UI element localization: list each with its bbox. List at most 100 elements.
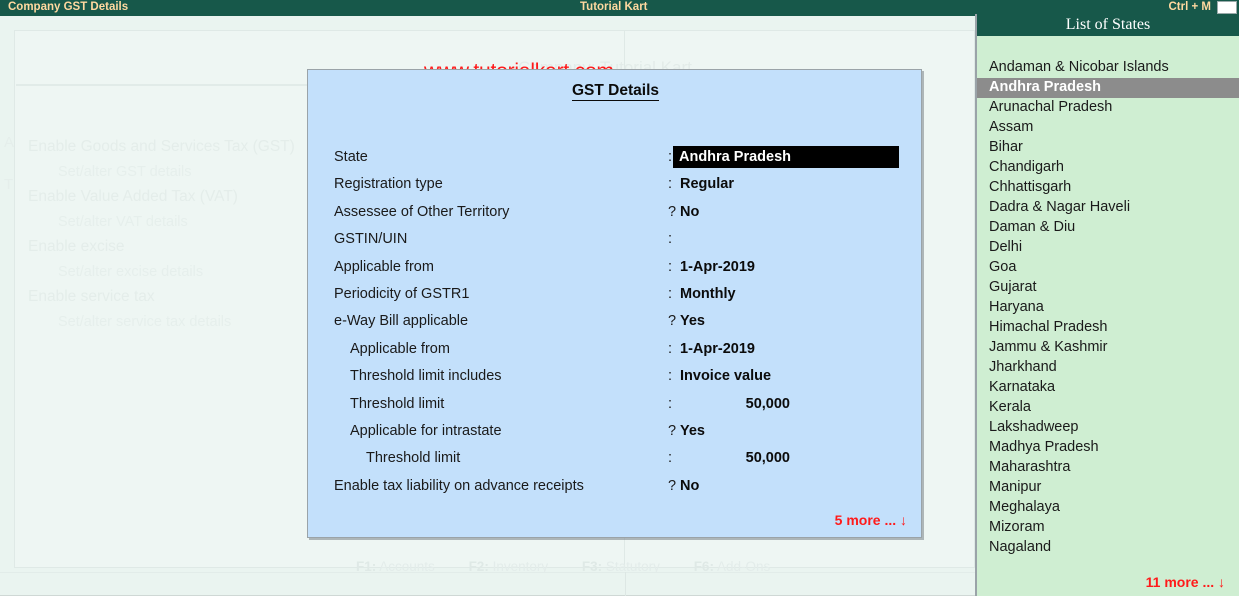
list-of-states-more-link[interactable]: 11 more ... ↓	[1146, 574, 1225, 590]
state-list-item[interactable]: Kerala	[977, 398, 1239, 418]
gst-field-label: Threshold limit	[366, 450, 461, 467]
gst-field-separator: :	[668, 340, 673, 357]
gst-field-row[interactable]: Applicable from:1-Apr-2019	[308, 338, 923, 365]
gst-details-title-text: GST Details	[572, 82, 659, 101]
gst-details-more-label: 5 more ...	[834, 512, 897, 528]
option-sub-service-tax: Set/alter service tax details	[58, 314, 232, 330]
list-of-states-header: List of States	[977, 14, 1239, 36]
state-list-item[interactable]: Gujarat	[977, 278, 1239, 298]
gst-field-separator: ?	[668, 203, 677, 220]
state-list-item[interactable]: Madhya Pradesh	[977, 438, 1239, 458]
statutory-options-list: Enable Goods and Services Tax (GST) Set/…	[28, 134, 295, 334]
gst-field-label: Registration type	[334, 176, 443, 193]
list-of-states-more-label: 11 more ...	[1145, 574, 1215, 590]
statutory-option-service-tax[interactable]: Enable service tax Set/alter service tax…	[28, 284, 295, 334]
gst-field-label: e-Way Bill applicable	[334, 313, 469, 330]
title-bar-indicator-box	[1217, 1, 1237, 14]
gst-field-separator: :	[668, 149, 673, 165]
arrow-down-icon-states: ↓	[1218, 574, 1225, 590]
state-list-item[interactable]: Meghalaya	[977, 498, 1239, 518]
state-list-item[interactable]: Manipur	[977, 478, 1239, 498]
gst-field-value: Monthly	[680, 285, 736, 302]
state-list-item[interactable]: Andaman & Nicobar Islands	[977, 58, 1239, 78]
state-list-item[interactable]: Mizoram	[977, 518, 1239, 538]
gst-field-value: 1-Apr-2019	[680, 340, 755, 357]
option-label-service-tax: Enable service tax	[28, 288, 155, 305]
gst-field-separator: :	[668, 258, 673, 275]
title-bar-company-name: Tutorial Kart	[580, 1, 648, 13]
gst-details-dialog: GST Details State: Andhra Pradesh Registra…	[307, 69, 922, 538]
gst-field-separator: :	[668, 231, 673, 248]
gst-field-separator: :	[668, 285, 673, 302]
statutory-option-vat[interactable]: Enable Value Added Tax (VAT) Set/alter V…	[28, 184, 295, 234]
gst-details-more-link[interactable]: 5 more ... ↓	[835, 512, 907, 528]
state-list-item[interactable]: Delhi	[977, 238, 1239, 258]
gst-field-separator: ?	[668, 477, 677, 494]
gst-field-label: Enable tax liability on advance receipts	[334, 477, 584, 494]
state-list-item[interactable]: Maharashtra	[977, 458, 1239, 478]
list-of-states-panel: List of States Andaman & Nicobar Islands…	[975, 14, 1239, 596]
statutory-option-gst[interactable]: Enable Goods and Services Tax (GST) Set/…	[28, 134, 295, 184]
gst-field-separator: :	[668, 395, 673, 412]
state-list-item[interactable]: Chhattisgarh	[977, 178, 1239, 198]
gst-field-row[interactable]: Threshold limit includes: Invoice value	[308, 365, 923, 392]
gst-field-value-selected[interactable]: Andhra Pradesh	[673, 146, 899, 168]
gst-field-value: Regular	[680, 176, 734, 193]
gst-field-row[interactable]: Applicable from:1-Apr-2019	[308, 256, 923, 283]
gst-field-row[interactable]: Applicable for intrastate? Yes	[308, 420, 923, 447]
gst-field-row[interactable]: e-Way Bill applicable? Yes	[308, 310, 923, 337]
arrow-down-icon: ↓	[900, 512, 907, 528]
title-bar-screen-name: Company GST Details	[8, 1, 129, 13]
gst-field-separator: ?	[668, 422, 677, 439]
option-label-vat: Enable Value Added Tax (VAT)	[28, 188, 238, 205]
title-bar-shortcut-ctrl-m[interactable]: Ctrl + M	[1169, 1, 1212, 13]
gst-field-label: Applicable from	[334, 258, 434, 275]
state-list-item[interactable]: Daman & Diu	[977, 218, 1239, 238]
state-list-item[interactable]: Goa	[977, 258, 1239, 278]
gst-field-value: Invoice value	[680, 368, 772, 385]
gst-field-row[interactable]: State: Andhra Pradesh	[308, 146, 923, 173]
state-list-item[interactable]: Arunachal Pradesh	[977, 98, 1239, 118]
option-sub-gst: Set/alter GST details	[58, 164, 192, 180]
gst-field-row[interactable]: Enable tax liability on advance receipts…	[308, 475, 923, 502]
gst-field-label: Threshold limit	[350, 395, 445, 412]
gst-field-label: Periodicity of GSTR1	[334, 285, 470, 302]
state-list-item[interactable]: Himachal Pradesh	[977, 318, 1239, 338]
gst-field-value: Yes	[680, 313, 705, 330]
gst-field-separator: :	[668, 450, 673, 467]
state-list-item[interactable]: Dadra & Nagar Haveli	[977, 198, 1239, 218]
list-of-states-items[interactable]: Andaman & Nicobar Islands Andhra Pradesh A…	[977, 36, 1239, 558]
bottom-strip-divider	[625, 572, 626, 596]
state-list-item[interactable]: Karnataka	[977, 378, 1239, 398]
state-list-item[interactable]: Bihar	[977, 138, 1239, 158]
state-list-item[interactable]: Nagaland	[977, 538, 1239, 558]
state-list-item[interactable]: Chandigarh	[977, 158, 1239, 178]
gst-field-label: GSTIN/UIN	[334, 231, 408, 248]
gst-field-row[interactable]: Assessee of Other Territory? No	[308, 201, 923, 228]
gst-field-row[interactable]: GSTIN/UIN:	[308, 228, 923, 255]
state-list-item[interactable]: Andhra Pradesh	[977, 78, 1239, 98]
gst-field-label: Assessee of Other Territory	[334, 203, 510, 220]
state-list-item[interactable]: Jammu & Kashmir	[977, 338, 1239, 358]
state-list-item[interactable]: Lakshadweep	[977, 418, 1239, 438]
gst-field-row[interactable]: Threshold limit: 50,000	[308, 447, 923, 474]
gst-field-value: No	[680, 477, 700, 494]
state-list-item[interactable]: Assam	[977, 118, 1239, 138]
gst-field-value: Yes	[680, 422, 705, 439]
gst-field-label: Applicable from	[350, 340, 450, 357]
gst-field-row[interactable]: Registration type: Regular	[308, 173, 923, 200]
gst-field-value: 50,000	[745, 395, 790, 412]
gst-field-row[interactable]: Threshold limit: 50,000	[308, 393, 923, 420]
gst-field-value: 1-Apr-2019	[680, 258, 755, 275]
statutory-option-excise[interactable]: Enable excise Set/alter excise details	[28, 234, 295, 284]
tally-screen: Company GST Details Tutorial Kart Ctrl +…	[0, 0, 1239, 596]
state-list-item[interactable]: Haryana	[977, 298, 1239, 318]
gst-field-separator: :	[668, 368, 673, 385]
option-sub-vat: Set/alter VAT details	[58, 214, 188, 230]
option-label-gst: Enable Goods and Services Tax (GST)	[28, 138, 295, 155]
state-list-item[interactable]: Jharkhand	[977, 358, 1239, 378]
ghost-letter-t: T	[4, 176, 14, 193]
gst-field-separator: ?	[668, 313, 677, 330]
option-sub-excise: Set/alter excise details	[58, 264, 204, 280]
gst-field-row[interactable]: Periodicity of GSTR1: Monthly	[308, 283, 923, 310]
